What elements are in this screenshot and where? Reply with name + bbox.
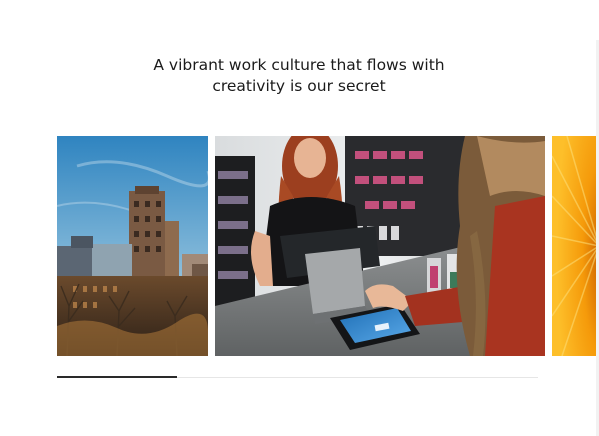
store-checkout-payment-photo[interactable] [215, 136, 545, 356]
city-buildings-image [57, 136, 208, 356]
section-heading: A vibrant work culture that flows with c… [120, 55, 478, 96]
section-heading-line-2: creativity is our secret [212, 76, 386, 95]
store-checkout-payment-image [215, 136, 545, 356]
city-buildings-photo[interactable] [57, 136, 208, 356]
section-heading-line-1: A vibrant work culture that flows with [153, 56, 445, 74]
carousel-progress-indicator [57, 376, 178, 378]
yellow-flower-photo[interactable] [552, 136, 599, 356]
image-carousel[interactable] [0, 136, 599, 357]
yellow-flower-image [552, 136, 599, 356]
carousel-progress-track [57, 376, 538, 378]
